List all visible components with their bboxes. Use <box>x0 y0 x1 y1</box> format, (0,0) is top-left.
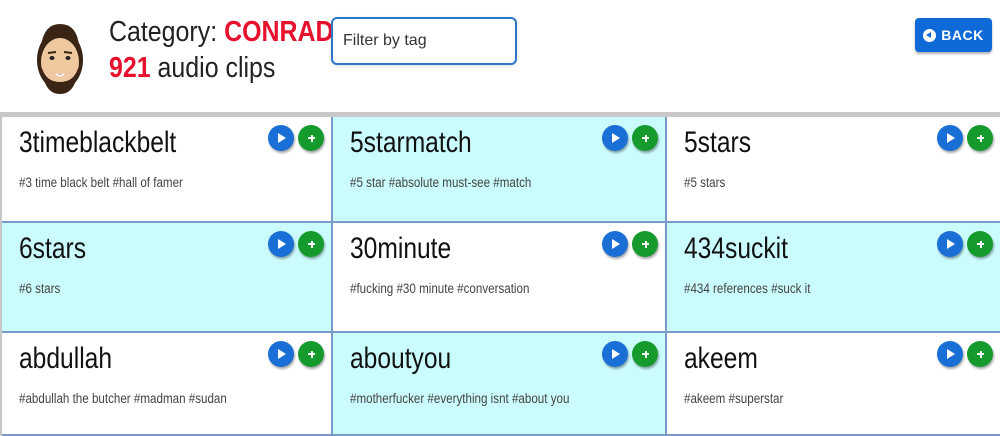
clip-grid-inner: 3timeblackbelt #3 time black belt #hall … <box>2 117 1000 436</box>
add-icon[interactable] <box>632 341 658 367</box>
add-icon[interactable] <box>298 125 324 151</box>
add-icon[interactable] <box>632 231 658 257</box>
clip-card-5stars: 5stars #5 stars <box>667 117 1000 223</box>
clip-name: aboutyou <box>350 342 452 375</box>
clip-tags: #3 time black belt #hall of famer <box>19 175 183 190</box>
clip-actions <box>268 341 324 367</box>
clip-card-3timeblackbelt: 3timeblackbelt #3 time black belt #hall … <box>2 117 333 223</box>
add-icon[interactable] <box>967 125 993 151</box>
clip-actions <box>268 125 324 151</box>
cartoon-man-face-icon <box>37 24 83 94</box>
clip-name: akeem <box>684 342 758 375</box>
page-title: Category: CONRAD <box>109 14 334 50</box>
clip-tags: #motherfucker #everything isnt #about yo… <box>350 391 570 406</box>
play-icon[interactable] <box>602 125 628 151</box>
category-prefix: Category: <box>109 16 225 48</box>
clip-actions <box>937 125 993 151</box>
clip-name: 6stars <box>19 232 86 265</box>
clip-card-akeem: akeem #akeem #superstar <box>667 333 1000 436</box>
clip-name: 5starmatch <box>350 126 472 159</box>
clip-tags: #fucking #30 minute #conversation <box>350 281 530 296</box>
clip-grid: 3timeblackbelt #3 time black belt #hall … <box>0 112 1000 436</box>
add-icon[interactable] <box>632 125 658 151</box>
clip-actions <box>937 231 993 257</box>
play-icon[interactable] <box>268 125 294 151</box>
clip-actions <box>602 231 658 257</box>
category-name: CONRAD <box>224 16 334 48</box>
clip-actions <box>602 125 658 151</box>
add-icon[interactable] <box>967 341 993 367</box>
clip-tags: #434 references #suck it <box>684 281 811 296</box>
clip-card-434suckit: 434suckit #434 references #suck it <box>667 223 1000 333</box>
clip-card-5starmatch: 5starmatch #5 star #absolute must-see #m… <box>333 117 667 223</box>
clip-name: 5stars <box>684 126 751 159</box>
clip-count-suffix: audio clips <box>150 52 276 84</box>
add-icon[interactable] <box>967 231 993 257</box>
clip-actions <box>937 341 993 367</box>
clip-count-line: 921 audio clips <box>109 50 275 86</box>
add-icon[interactable] <box>298 341 324 367</box>
clip-tags: #5 stars <box>684 175 726 190</box>
clip-name: abdullah <box>19 342 113 375</box>
clip-name: 30minute <box>350 232 452 265</box>
play-icon[interactable] <box>937 341 963 367</box>
tag-filter-input[interactable] <box>331 17 517 65</box>
clip-card-6stars: 6stars #6 stars <box>2 223 333 333</box>
play-icon[interactable] <box>937 125 963 151</box>
back-button-label: BACK <box>941 27 984 43</box>
add-icon[interactable] <box>298 231 324 257</box>
play-icon[interactable] <box>268 231 294 257</box>
clip-tags: #abdullah the butcher #madman #sudan <box>19 391 227 406</box>
clip-tags: #5 star #absolute must-see #match <box>350 175 532 190</box>
clip-tags: #akeem #superstar <box>684 391 784 406</box>
clip-actions <box>602 341 658 367</box>
page-header: Category: CONRAD 921 audio clips BACK <box>0 0 1000 112</box>
back-button[interactable]: BACK <box>915 18 992 52</box>
clip-card-abdullah: abdullah #abdullah the butcher #madman #… <box>2 333 333 436</box>
play-icon[interactable] <box>602 341 628 367</box>
clip-card-30minute: 30minute #fucking #30 minute #conversati… <box>333 223 667 333</box>
clip-actions <box>268 231 324 257</box>
clip-card-aboutyou: aboutyou #motherfucker #everything isnt … <box>333 333 667 436</box>
clip-name: 3timeblackbelt <box>19 126 177 159</box>
circle-arrow-left-icon <box>923 28 937 42</box>
play-icon[interactable] <box>268 341 294 367</box>
play-icon[interactable] <box>602 231 628 257</box>
clip-count: 921 <box>109 52 151 84</box>
clip-tags: #6 stars <box>19 281 61 296</box>
clip-name: 434suckit <box>684 232 788 265</box>
play-icon[interactable] <box>937 231 963 257</box>
